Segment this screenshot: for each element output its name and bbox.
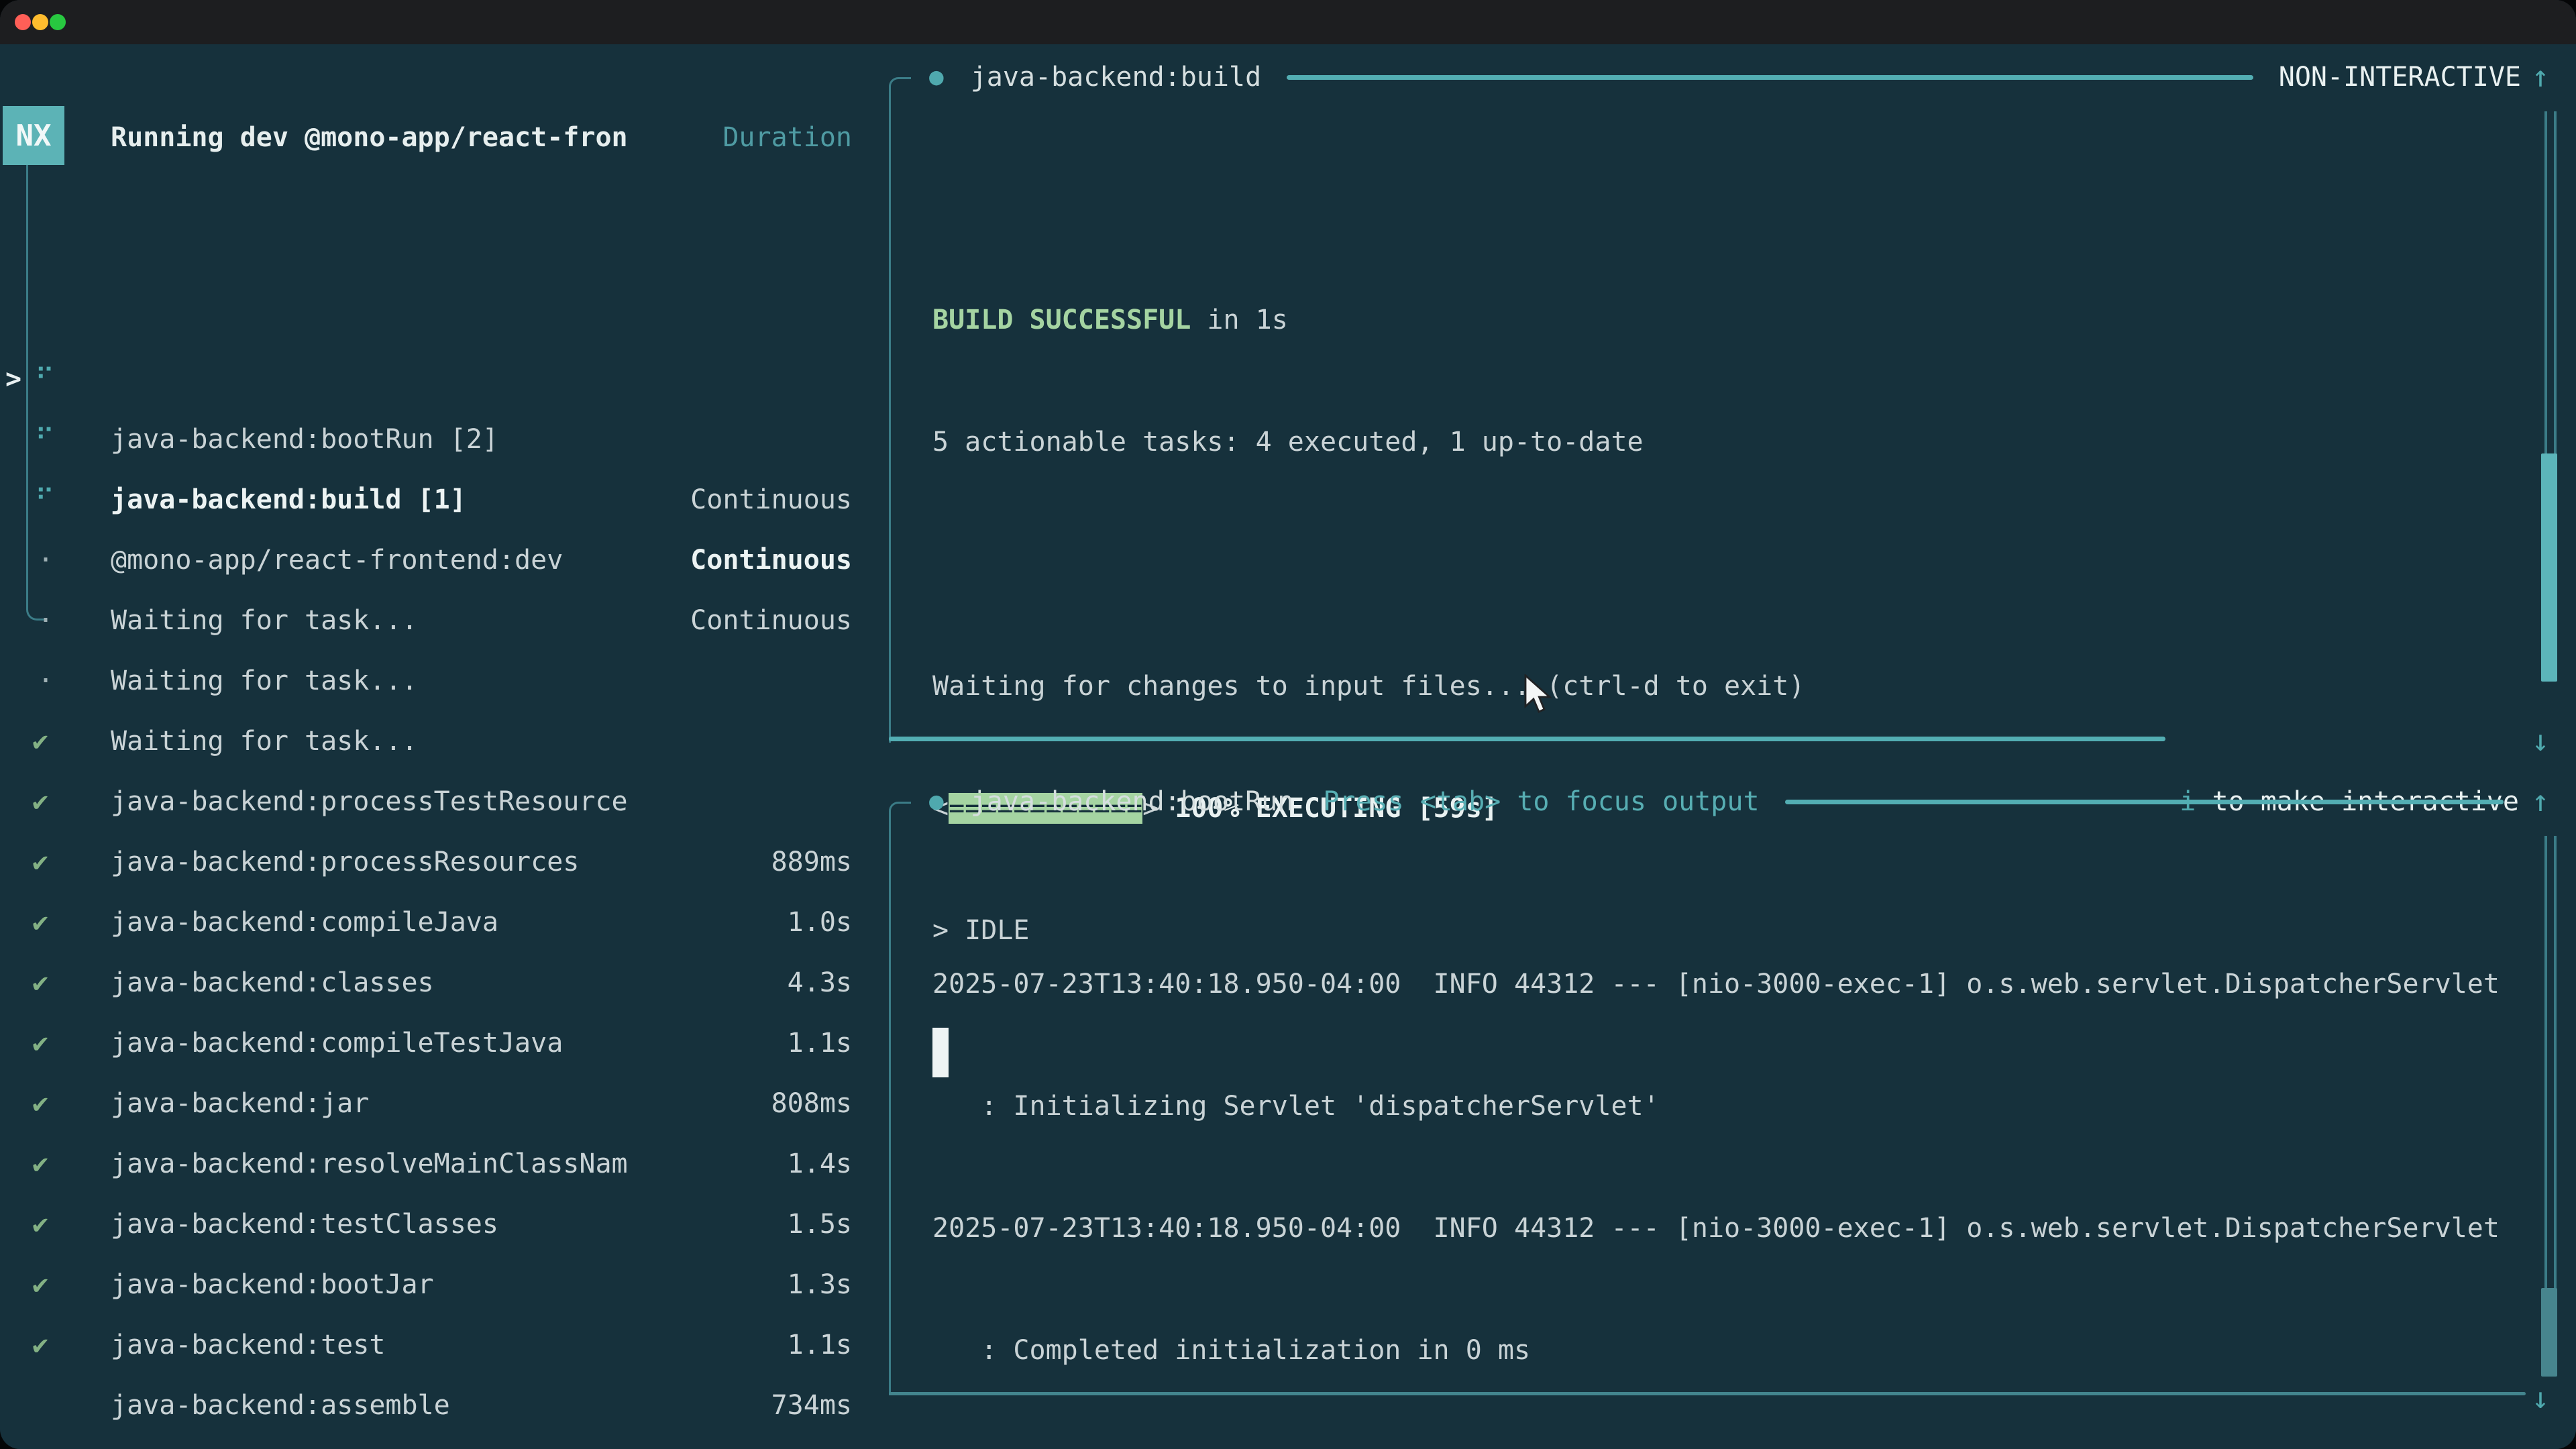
sidebar-footer: ← 1/2 → quit: q help: ? [0,1375,872,1436]
nx-tui-screen: NX Running dev @mono-app/react-fron Dura… [0,44,2576,1449]
build-time: in 1s [1191,305,1288,335]
bottom-panel-header[interactable]: ● java-backend:bootRun Press <tab> to fo… [889,771,2529,832]
scroll-up-icon[interactable]: ↑ [2525,47,2556,107]
task-row[interactable]: > ⠋ java-backend:build [1] Continuous [0,288,872,349]
completed-task-row[interactable]: ✔ java-backend:bootJar 1.1s [0,1134,872,1194]
top-scrollbar-thumb[interactable] [2541,453,2557,682]
task-row[interactable]: ⠋ @mono-app/react-frontend:dev Continuou… [0,349,872,409]
scroll-down-icon[interactable]: ↓ [2525,711,2556,771]
task-duration: 774ms [771,1436,852,1449]
scroll-down-icon[interactable]: ↓ [2525,1368,2556,1429]
sidebar-title: Running dev @mono-app/react-fron [111,107,628,168]
focus-output-hint: Press <tab> to focus output [1323,771,1759,832]
zoom-window-button[interactable] [50,14,66,30]
active-task-list: ⠋ java-backend:bootRun [2] Continuous > … [0,228,872,590]
terminal-window: NX Running dev @mono-app/react-fron Dura… [0,0,2576,1449]
log-line: : Initializing Servlet 'dispatcherServle… [932,1076,2500,1136]
top-panel-title: java-backend:build [971,47,1261,107]
task-row[interactable]: · Waiting for task... [0,470,872,530]
task-row[interactable]: · Waiting for task... [0,530,872,590]
completed-task-row[interactable]: ✔ java-backend:processTestResource 889ms [0,651,872,711]
build-result-line: BUILD SUCCESSFUL in 1s [932,290,1805,350]
completed-task-row[interactable]: ✔ java-backend:classes 1.1s [0,832,872,892]
check-icon: ✔ [32,1315,48,1375]
task-duration: 1.1s [788,1315,852,1375]
panel-separator-rule [889,737,2165,741]
build-status: BUILD SUCCESSFUL [932,305,1191,335]
header-rule [1287,75,2253,80]
top-panel-header[interactable]: ● java-backend:build NON-INTERACTIVE [889,47,2529,107]
completed-task-row[interactable]: ✔ java-backend:assemble 774ms [0,1254,872,1315]
completed-task-row[interactable]: ✔ java-backend:compileJava 4.3s [0,771,872,832]
header-rule [1785,800,2504,804]
screenshot-stage: NX Running dev @mono-app/react-fron Dura… [0,0,2576,1449]
task-row[interactable]: ⠋ java-backend:bootRun [2] Continuous [0,228,872,288]
bottom-panel-title: java-backend:bootRun [971,771,1294,832]
completed-task-row[interactable]: ✔ java-backend:test 734ms [0,1194,872,1254]
waiting-line: Waiting for changes to input files... (c… [932,656,1805,716]
task-bullet-icon: ● [929,771,944,832]
completed-task-row[interactable]: ✔ java-backend:processResources 1.0s [0,711,872,771]
log-line: 2025-07-23T13:40:18.950-04:00 INFO 44312… [932,1198,2500,1258]
minimize-window-button[interactable] [32,14,48,30]
page-indicator: ← 1/2 → [35,1436,148,1449]
duration-column-header: Duration [722,107,852,168]
tasks-summary-line: 5 actionable tasks: 4 executed, 1 up-to-… [932,412,1805,472]
completed-task-row[interactable]: ✔ java-backend:compileTestJava 808ms [0,892,872,953]
gradle-progress-line: <<<=========---> 80% EXECUTING [59s] [932,1442,2500,1449]
completed-task-row[interactable]: ✔ java-backend:jar 1.4s [0,953,872,1013]
interactive-hint: i to make interactive [2051,711,2519,771]
non-interactive-badge: NON-INTERACTIVE [2279,47,2521,107]
task-row[interactable]: · Waiting for task... [0,409,872,470]
bottom-scrollbar-thumb[interactable] [2541,1288,2557,1377]
top-scrollbar-track[interactable] [2544,111,2557,455]
log-line: 2025-07-23T13:40:18.950-04:00 INFO 44312… [932,954,2500,1014]
task-bullet-icon: ● [929,47,944,107]
bottom-panel-output: 2025-07-23T13:40:18.950-04:00 INFO 44312… [932,892,2500,1449]
window-titlebar [0,0,2576,44]
bottom-scrollbar-track[interactable] [2544,836,2557,1289]
scroll-up-icon[interactable]: ↑ [2525,771,2556,832]
mouse-cursor-icon [1523,674,1552,716]
completed-task-row[interactable]: ✔ java-backend:resolveMainClassNam 1.5s [0,1013,872,1073]
sidebar-header: Running dev @mono-app/react-fron Duratio… [0,107,872,168]
task-status: Continuous [690,590,852,651]
blank-line [932,534,1805,594]
top-panel-border [889,77,911,743]
log-line: : Completed initialization in 0 ms [932,1320,2500,1381]
completed-task-list: ✔ java-backend:processTestResource 889ms… [0,651,872,1315]
bottom-panel-border [889,802,911,1395]
completed-task-row[interactable]: ✔ java-backend:testClasses 1.3s [0,1073,872,1134]
close-window-button[interactable] [15,14,31,30]
